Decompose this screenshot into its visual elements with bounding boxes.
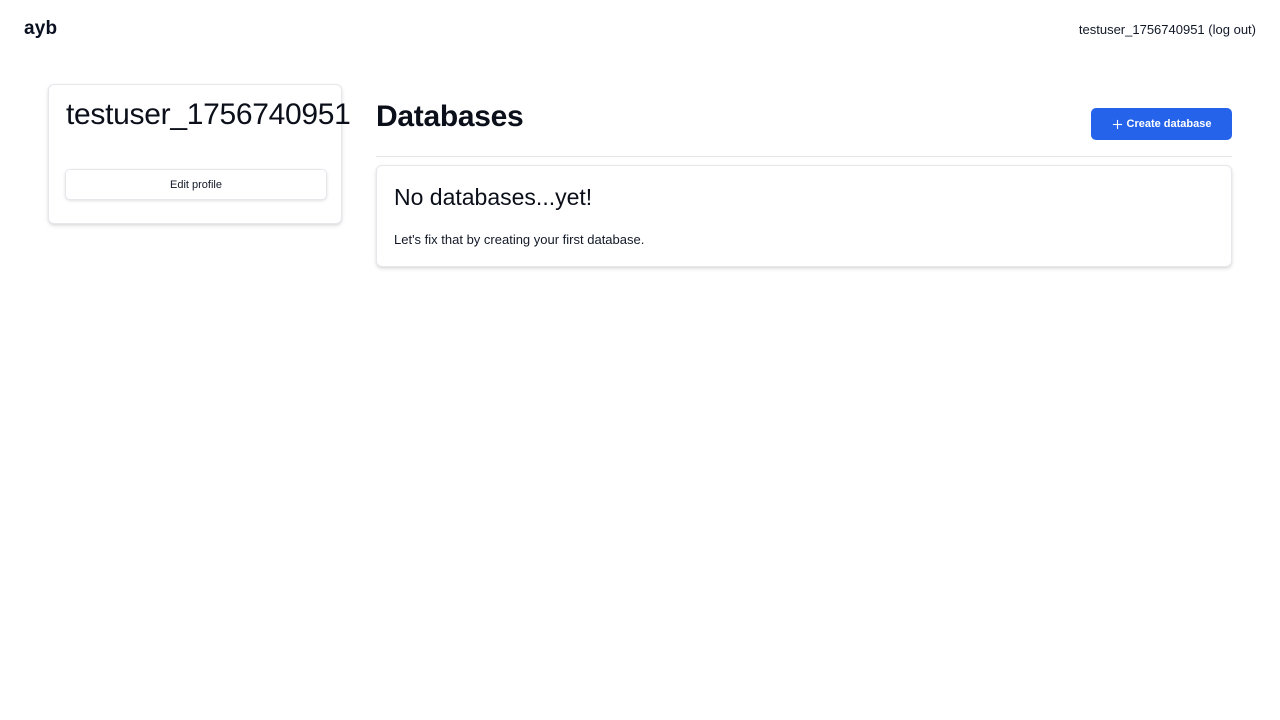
create-database-label: Create database — [1126, 118, 1212, 130]
plus-icon — [1112, 119, 1122, 129]
create-database-button[interactable]: Create database — [1091, 108, 1232, 140]
username-label: testuser_1756740951 — [1078, 22, 1205, 37]
page-title: Databases — [376, 100, 524, 133]
top-nav: ayb testuser_1756740951 (log out) — [0, 0, 1280, 60]
empty-state-text: Let's fix that by creating your first da… — [394, 232, 645, 247]
divider — [376, 156, 1232, 157]
edit-profile-button[interactable]: Edit profile — [65, 169, 327, 200]
profile-card: testuser_1756740951 Edit profile — [48, 84, 351, 224]
user-nav: testuser_1756740951 (log out) — [1079, 22, 1256, 37]
empty-state-title: No databases...yet! — [394, 184, 593, 210]
empty-state-card: No databases...yet! Let's fix that by cr… — [376, 165, 1232, 267]
logout-link[interactable]: (log out) — [1208, 22, 1256, 37]
app-logo[interactable]: ayb — [24, 18, 57, 40]
profile-name: testuser_1756740951 — [66, 98, 351, 131]
